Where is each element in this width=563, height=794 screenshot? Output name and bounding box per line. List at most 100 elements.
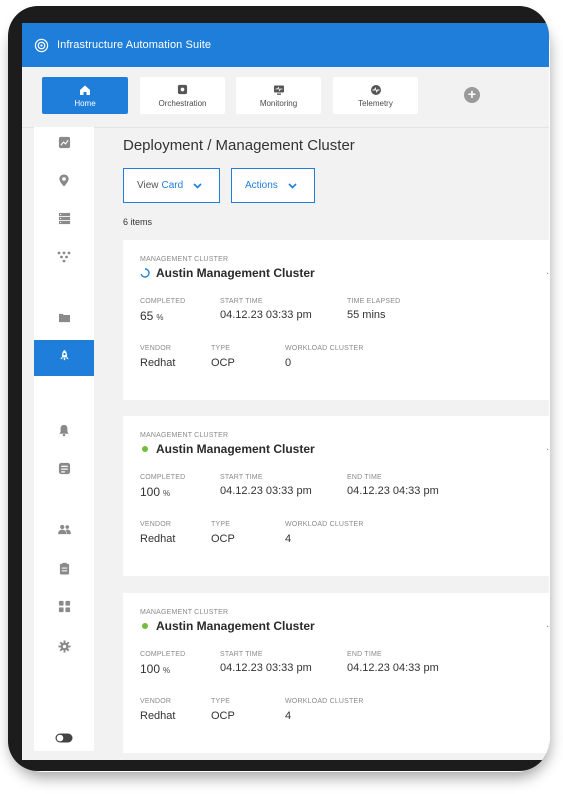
sidebar-item-analytics[interactable]	[34, 127, 94, 163]
end-time-label: END TIME	[347, 651, 382, 658]
type-label: TYPE	[211, 345, 231, 352]
type-value: OCP	[211, 710, 235, 722]
workload-cluster-label: WORKLOAD CLUSTER	[285, 698, 364, 705]
status-dot-icon	[140, 444, 150, 454]
start-time-value: 04.12.23 03:33 pm	[220, 309, 312, 321]
type-label: TYPE	[211, 521, 231, 528]
completed-value: 100%	[140, 485, 171, 499]
bell-icon	[58, 424, 70, 442]
gear-icon	[57, 640, 71, 658]
tab-telemetry[interactable]: Telemetry	[333, 77, 418, 114]
end-time-value: 04.12.23 04:33 pm	[347, 662, 439, 674]
cluster-name: Austin Management Cluster	[140, 442, 315, 456]
cluster-card[interactable]: MANAGEMENT CLUSTER Austin Management Clu…	[123, 416, 549, 576]
time-elapsed-label: TIME ELAPSED	[347, 298, 401, 305]
vendor-value: Redhat	[140, 357, 176, 369]
topology-icon	[57, 250, 71, 268]
analytics-icon	[58, 136, 71, 154]
start-time-value: 04.12.23 03:33 pm	[220, 485, 312, 497]
view-card-dropdown[interactable]: View Card	[123, 168, 220, 203]
start-time-label: START TIME	[220, 651, 263, 658]
rocket-icon	[58, 349, 71, 367]
checklist-icon	[58, 462, 71, 480]
actions-dropdown[interactable]: Actions	[231, 168, 315, 203]
type-value: OCP	[211, 357, 235, 369]
workload-cluster-value: 0	[285, 357, 292, 369]
completed-value: 100%	[140, 662, 171, 676]
completed-label: COMPLETED	[140, 298, 186, 305]
app-title: Infrastructure Automation Suite	[57, 39, 212, 51]
type-value: OCP	[211, 533, 235, 545]
telemetry-icon	[370, 84, 382, 96]
section-label: MANAGEMENT CLUSTER	[140, 256, 229, 263]
chevron-down-icon	[193, 181, 202, 190]
sidebar-theme-toggle[interactable]	[34, 727, 94, 751]
tab-label: Telemetry	[358, 98, 393, 108]
vendor-label: VENDOR	[140, 698, 172, 705]
end-time-label: END TIME	[347, 474, 382, 481]
start-time-label: START TIME	[220, 474, 263, 481]
location-pin-icon	[58, 174, 70, 192]
sidebar-item-apps[interactable]	[34, 591, 94, 627]
cluster-name: Austin Management Cluster	[140, 266, 315, 280]
clipboard-icon	[59, 562, 70, 580]
type-label: TYPE	[211, 698, 231, 705]
cluster-card[interactable]: MANAGEMENT CLUSTER Austin Management Clu…	[123, 593, 549, 753]
completed-label: COMPLETED	[140, 651, 186, 658]
sidebar-item-location[interactable]	[34, 165, 94, 201]
cluster-name-text: Austin Management Cluster	[156, 619, 315, 633]
users-icon	[57, 522, 72, 540]
section-label: MANAGEMENT CLUSTER	[140, 609, 229, 616]
add-tab-button[interactable]: +	[464, 87, 480, 103]
apps-grid-icon	[58, 600, 71, 618]
workload-cluster-link[interactable]: 4	[285, 710, 291, 722]
tab-home[interactable]: Home	[42, 77, 128, 114]
title-bar: Infrastructure Automation Suite	[22, 23, 549, 67]
workload-cluster-link[interactable]: 4	[285, 533, 291, 545]
sidebar-item-settings[interactable]	[34, 631, 94, 667]
section-label: MANAGEMENT CLUSTER	[140, 432, 229, 439]
tab-label: Orchestration	[158, 98, 207, 108]
tab-orchestration[interactable]: Orchestration	[140, 77, 225, 114]
cluster-name: Austin Management Cluster	[140, 619, 315, 633]
actions-label: Actions	[245, 180, 278, 191]
page-title: Deployment / Management Cluster	[123, 137, 355, 154]
item-count: 6 items	[123, 217, 153, 227]
spinner-icon	[140, 268, 150, 278]
start-time-label: START TIME	[220, 298, 263, 305]
tab-monitoring[interactable]: Monitoring	[236, 77, 321, 114]
time-elapsed-value: 55 mins	[347, 309, 386, 321]
toggle-icon	[55, 730, 73, 748]
workload-cluster-label: WORKLOAD CLUSTER	[285, 521, 364, 528]
cluster-name-text: Austin Management Cluster	[156, 266, 315, 280]
tab-label: Monitoring	[259, 98, 298, 108]
app-logo-icon	[34, 38, 49, 53]
tablet-frame: Infrastructure Automation Suite Home Orc…	[8, 6, 549, 771]
sidebar-item-clipboard[interactable]	[34, 553, 94, 589]
folder-icon	[58, 310, 71, 328]
vendor-label: VENDOR	[140, 521, 172, 528]
cluster-card[interactable]: MANAGEMENT CLUSTER Austin Management Clu…	[123, 240, 549, 400]
sidebar-item-folder[interactable]	[34, 301, 94, 337]
completed-label: COMPLETED	[140, 474, 186, 481]
orchestration-icon	[177, 84, 189, 96]
cluster-name-text: Austin Management Cluster	[156, 442, 315, 456]
view-value: Card	[161, 180, 184, 191]
top-tab-bar: Home Orchestration Monitoring Telemetry	[22, 67, 549, 128]
sidebar-item-topology[interactable]	[34, 241, 94, 277]
sidebar-item-alerts[interactable]	[34, 415, 94, 451]
completed-value: 65%	[140, 309, 164, 323]
more-options-button[interactable]: ···	[546, 268, 549, 279]
end-time-value: 04.12.23 04:33 pm	[347, 485, 439, 497]
chevron-down-icon	[288, 181, 297, 190]
sidebar-item-deployment[interactable]	[34, 340, 94, 376]
more-options-button[interactable]: ···	[546, 444, 549, 455]
sidebar-item-servers[interactable]	[34, 203, 94, 239]
sidebar	[34, 127, 94, 751]
vendor-label: VENDOR	[140, 345, 172, 352]
more-options-button[interactable]: ···	[546, 621, 549, 632]
server-list-icon	[58, 212, 71, 230]
status-dot-icon	[140, 621, 150, 631]
sidebar-item-checklist[interactable]	[34, 453, 94, 489]
sidebar-item-users[interactable]	[34, 513, 94, 549]
